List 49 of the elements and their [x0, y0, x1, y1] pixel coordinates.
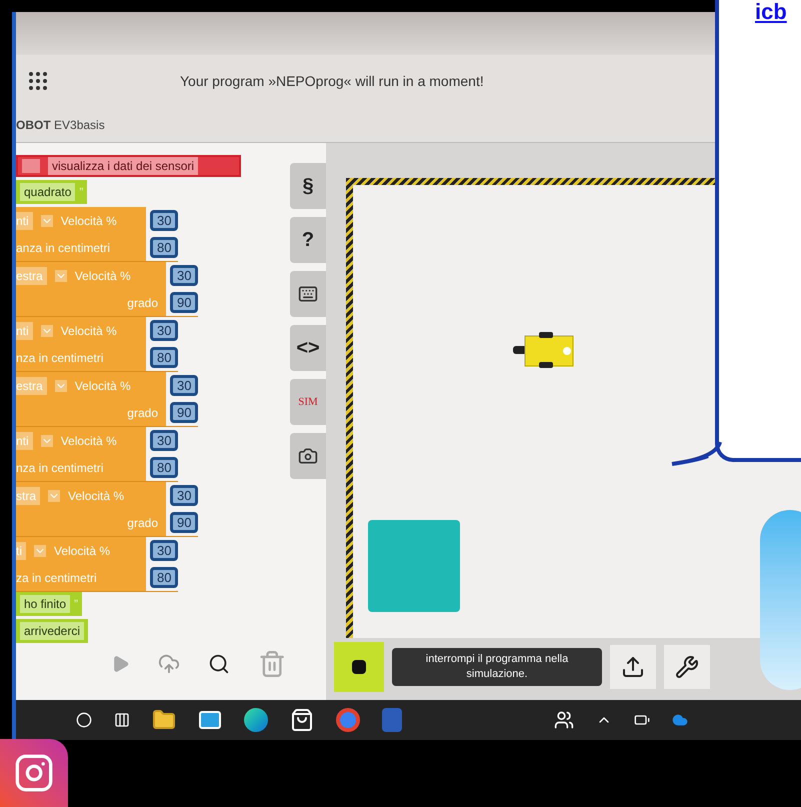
text-block[interactable]: ho finito ” [16, 592, 82, 616]
number-input[interactable]: 30 [150, 320, 178, 342]
cloud-icon[interactable] [672, 712, 688, 728]
number-input[interactable]: 90 [170, 512, 198, 534]
move-block[interactable]: estra Velocità % 30 grado 90 [16, 372, 198, 428]
status-message: Your program »NEPOprog« will run in a moment! [180, 72, 484, 91]
keyboard-icon[interactable] [298, 284, 318, 304]
document-app-icon[interactable] [382, 708, 402, 732]
number-input[interactable]: 30 [150, 540, 178, 562]
task-view-icon[interactable] [114, 712, 130, 728]
circle-icon[interactable] [76, 712, 92, 728]
wrench-icon [675, 655, 699, 680]
sidebar-tab[interactable]: § [290, 163, 326, 210]
camera-icon[interactable] [298, 446, 318, 466]
sensor-block[interactable]: visualizza i dati dei sensori [16, 155, 241, 178]
move-block[interactable]: nti Velocità % 30 nza in centimetri 80 [16, 427, 178, 482]
number-input[interactable]: 90 [170, 292, 198, 314]
sidebar-tab[interactable]: ? [290, 217, 326, 264]
upload-icon [621, 655, 645, 680]
browser-icon[interactable] [336, 708, 360, 732]
number-input[interactable]: 30 [150, 430, 178, 452]
link[interactable]: icb [755, 0, 787, 24]
text-block[interactable]: arrivederci [16, 619, 88, 644]
text-block[interactable]: quadrato ” [16, 180, 88, 204]
tooltip: interrompi il programma nella simulazione. [392, 648, 602, 686]
sidebar-tab[interactable]: <> [290, 325, 326, 372]
bag-icon[interactable] [290, 708, 314, 732]
browser-icon[interactable] [244, 708, 268, 732]
instagram-logo [0, 739, 68, 807]
number-input[interactable]: 90 [170, 402, 198, 424]
people-icon[interactable] [554, 710, 574, 730]
move-block[interactable]: nti Velocità % 30 anza in centimetri 80 [16, 207, 178, 262]
number-input[interactable]: 80 [150, 457, 178, 478]
number-input[interactable]: 80 [150, 347, 178, 368]
export-button[interactable] [610, 645, 656, 690]
move-block[interactable]: ti Velocità % 30 za in centimetri 80 [16, 537, 178, 592]
move-block[interactable]: stra Velocità % 30 grado 90 [16, 482, 198, 538]
number-input[interactable]: 30 [170, 485, 198, 506]
number-input[interactable]: 30 [150, 210, 178, 232]
wrench-button[interactable] [664, 645, 710, 690]
number-input[interactable]: 30 [170, 375, 198, 396]
stop-button[interactable] [334, 642, 384, 692]
simulation-tab[interactable]: SIM [290, 379, 326, 426]
number-input[interactable]: 30 [170, 265, 198, 286]
number-input[interactable]: 80 [150, 567, 178, 588]
move-block[interactable]: estra Velocità % 30 grado 90 [16, 262, 198, 318]
robot-name: OBOT EV3basis [16, 116, 105, 134]
move-block[interactable]: nti Velocità % 30 nza in centimetri 80 [16, 317, 178, 372]
number-input[interactable]: 80 [150, 237, 178, 258]
